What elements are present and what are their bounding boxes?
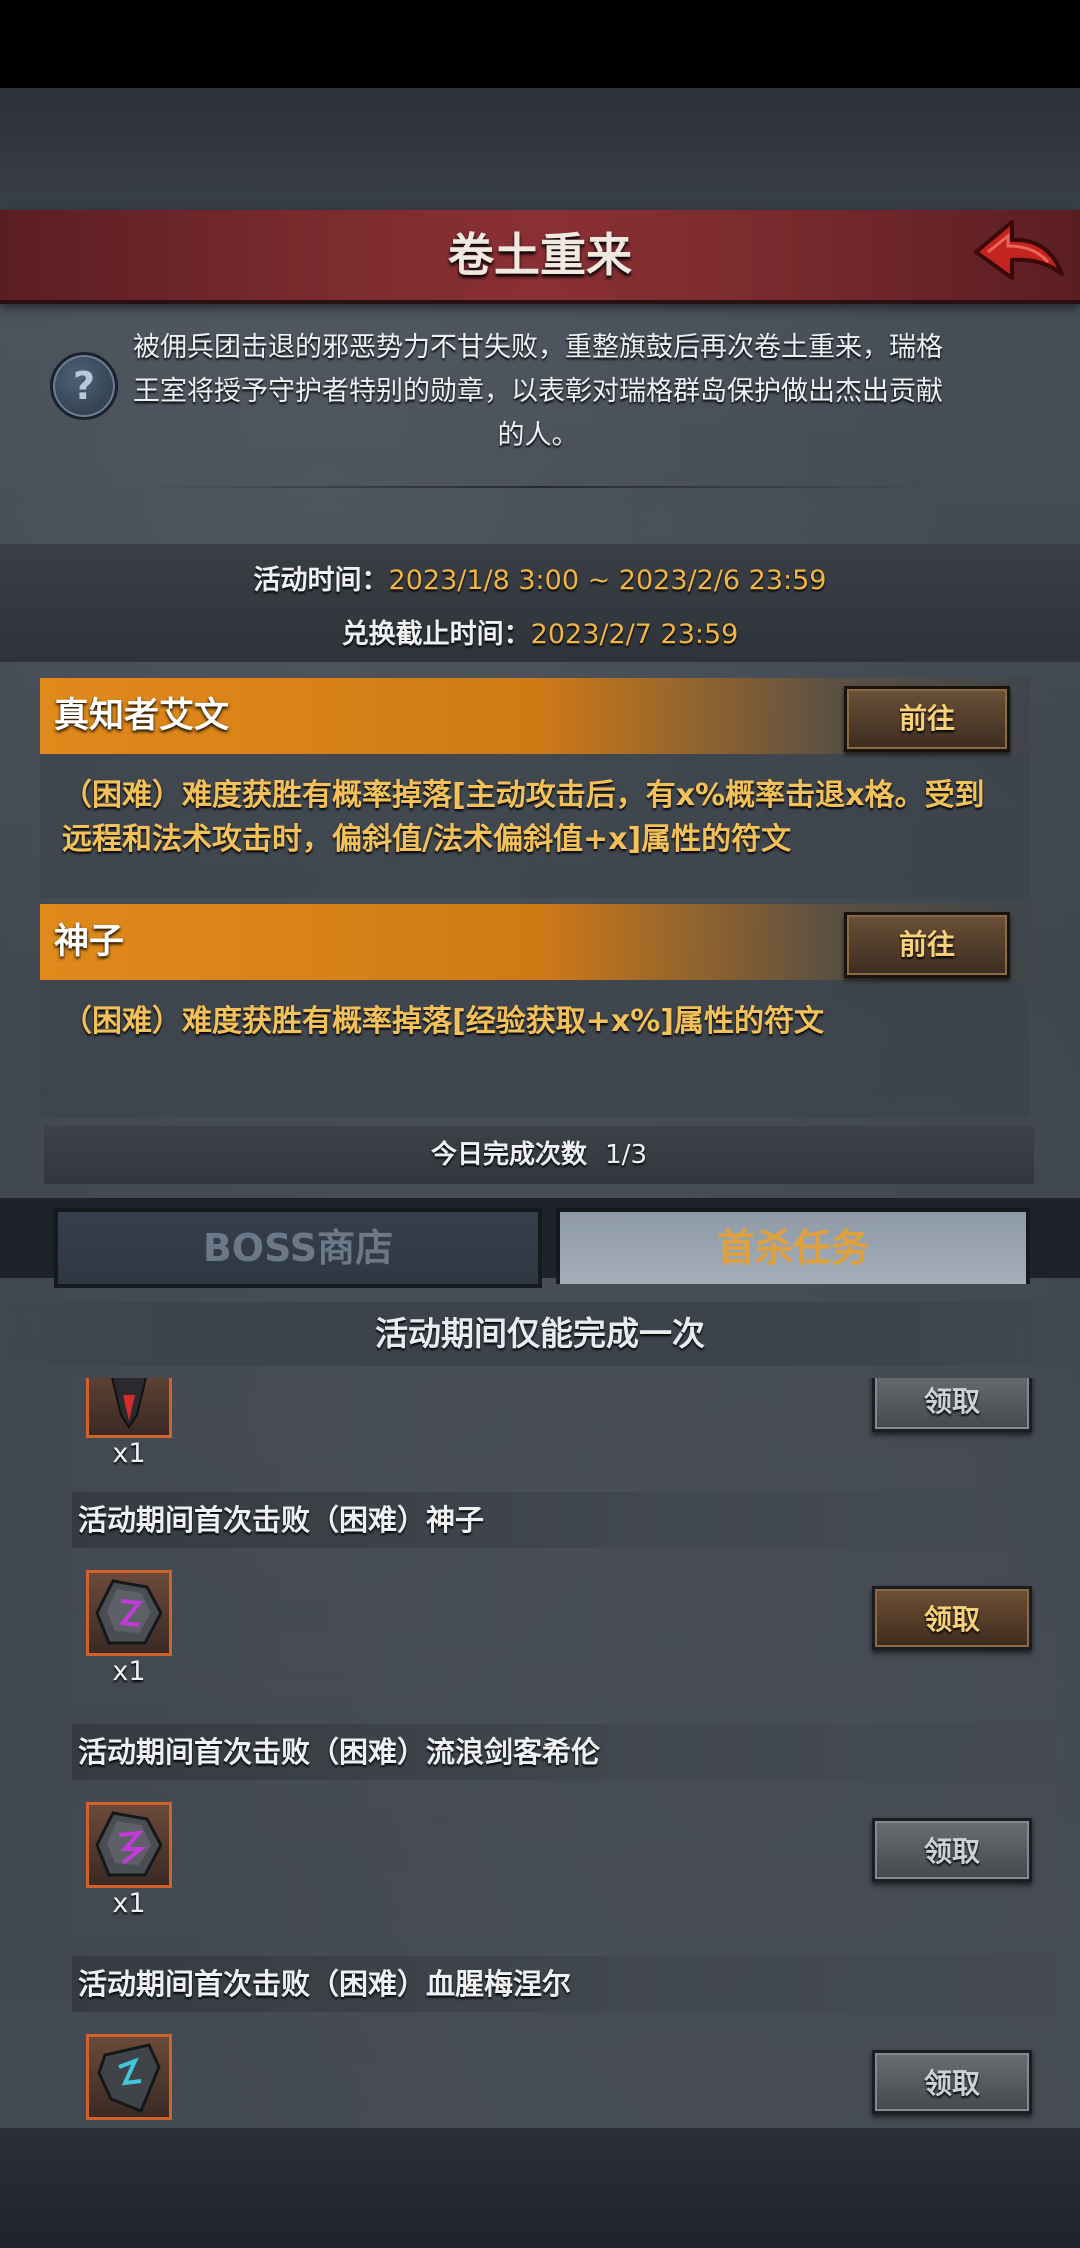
daily-completion-label: 今日完成次数: [431, 1140, 588, 1170]
reward-count: x1: [112, 1438, 146, 1469]
boss-card: 神子 前往 （困难）难度获胜有概率掉落[经验获取+x%]属性的符文: [40, 904, 1030, 1118]
boss-drop-description: （困难）难度获胜有概率掉落[主动攻击后，有x%概率击退x格。受到远程和法术攻击时…: [62, 778, 985, 857]
daily-completion-bar: 今日完成次数 1/3: [44, 1126, 1034, 1184]
quest-title: 活动期间首次击败（困难）神子: [72, 1492, 1058, 1548]
back-button[interactable]: [968, 216, 1068, 296]
activity-time-value: 2023/1/8 3:00 ~ 2023/2/6 23:59: [388, 565, 827, 596]
activity-time-row: 活动时间：2023/1/8 3:00 ~ 2023/2/6 23:59: [0, 558, 1080, 597]
claim-button[interactable]: 领取: [872, 1586, 1032, 1650]
title-banner: 卷土重来: [0, 210, 1080, 304]
event-description: 被佣兵团击退的邪恶势力不甘失败，重整旗鼓后再次卷土重来，瑞格王室将授予守护者特别…: [133, 332, 943, 451]
tab-first-kill[interactable]: 首杀任务: [556, 1208, 1030, 1284]
top-background: [0, 88, 1080, 212]
reward-item[interactable]: [86, 2034, 172, 2120]
tab-boss-shop[interactable]: BOSS商店: [54, 1208, 542, 1288]
help-icon[interactable]: ?: [50, 352, 118, 420]
reward-count: x1: [112, 1656, 146, 1687]
page-title: 卷土重来: [448, 228, 632, 282]
reward-count: x1: [112, 1888, 146, 1919]
quest-title: 活动期间首次击败（困难）流浪剑客希伦: [72, 1724, 1058, 1780]
event-time-band: 活动时间：2023/1/8 3:00 ~ 2023/2/6 23:59 兑换截止…: [0, 544, 1080, 662]
go-button[interactable]: 前往: [844, 686, 1010, 752]
quest-list[interactable]: x1 领取 活动期间首次击败（困难）神子 x1 领取 活动期间首次击败（困难）流…: [0, 1378, 1080, 2128]
claim-button[interactable]: 领取: [872, 2050, 1032, 2114]
exchange-time-label: 兑换截止时间：: [341, 619, 531, 650]
reward-item[interactable]: [86, 1802, 172, 1888]
notice-bar: 活动期间仅能完成一次: [0, 1302, 1080, 1366]
daily-completion-value: 1/3: [605, 1140, 647, 1170]
bottom-background: [0, 2128, 1080, 2248]
go-button[interactable]: 前往: [844, 912, 1010, 978]
quest-item: x1 领取: [72, 1378, 1058, 1486]
activity-time-label: 活动时间：: [253, 565, 389, 596]
reward-item[interactable]: [86, 1378, 172, 1438]
claim-button[interactable]: 领取: [872, 1818, 1032, 1882]
boss-name: 神子: [54, 922, 125, 962]
reward-item[interactable]: [86, 1570, 172, 1656]
exchange-time-value: 2023/2/7 23:59: [530, 619, 739, 650]
quest-item: 活动期间首次击败（困难）神子 x1 领取: [72, 1492, 1058, 1704]
purple-rune-icon: [95, 1579, 163, 1645]
back-arrow-icon: [974, 220, 1064, 280]
claim-button[interactable]: 领取: [872, 1378, 1032, 1432]
quest-item: 活动期间首次击败（困难）流浪剑客希伦 x1 领取: [72, 1724, 1058, 1936]
status-bar: [0, 0, 1080, 88]
red-rune-icon: [111, 1378, 147, 1429]
boss-name: 真知者艾文: [54, 696, 230, 736]
purple-rune-icon: [95, 1811, 163, 1877]
boss-card: 真知者艾文 前往 （困难）难度获胜有概率掉落[主动攻击后，有x%概率击退x格。受…: [40, 678, 1030, 898]
boss-header: 真知者艾文 前往: [40, 678, 1030, 754]
boss-header: 神子 前往: [40, 904, 1030, 980]
divider: [140, 486, 940, 488]
exchange-time-row: 兑换截止时间：2023/2/7 23:59: [0, 612, 1080, 651]
quest-item: 活动期间首次击败（困难）血腥梅涅尔 领取: [72, 1956, 1058, 2128]
quest-title: 活动期间首次击败（困难）血腥梅涅尔: [72, 1956, 1058, 2012]
boss-drop-description: （困难）难度获胜有概率掉落[经验获取+x%]属性的符文: [62, 1004, 824, 1039]
cyan-rune-icon: [97, 2043, 161, 2113]
